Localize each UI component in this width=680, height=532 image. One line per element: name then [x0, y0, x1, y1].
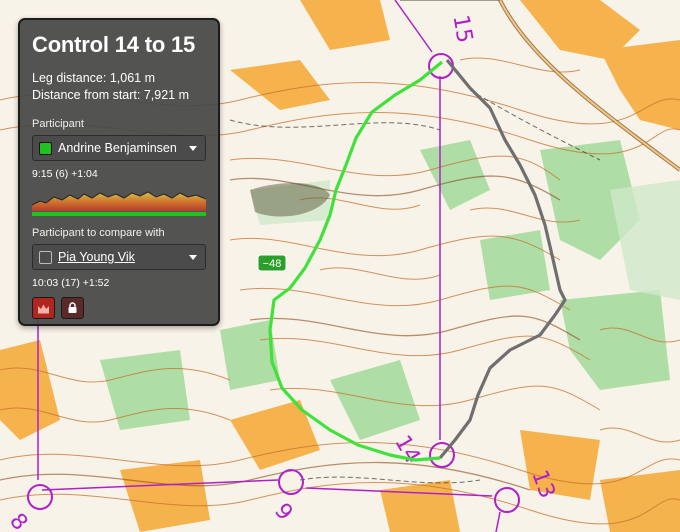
control-info-panel: Control 14 to 15 Leg distance: 1,061 m D…	[18, 18, 220, 326]
compare-name: Pia Young Vik	[58, 250, 135, 264]
lock-button[interactable]	[61, 297, 84, 319]
crown-button[interactable]	[32, 297, 55, 319]
svg-text:−48: −48	[263, 258, 282, 270]
participant-time: 9:15 (6) +1:04	[32, 168, 98, 180]
participant-select[interactable]: Andrine Benjaminsen	[32, 135, 206, 161]
chevron-down-icon	[189, 146, 197, 151]
leg-distance: Leg distance: 1,061 m	[32, 71, 155, 85]
compare-label: Participant to compare with	[32, 227, 165, 239]
participant-label: Participant	[32, 118, 84, 130]
compare-time: 10:03 (17) +1:52	[32, 277, 110, 289]
compare-select[interactable]: Pia Young Vik	[32, 244, 206, 270]
chevron-down-icon	[189, 255, 197, 260]
panel-title: Control 14 to 15	[32, 32, 196, 57]
lock-icon	[68, 302, 77, 313]
control-number-15: 15	[447, 13, 476, 45]
participant-color-swatch	[39, 141, 52, 155]
participant-name: Andrine Benjaminsen	[58, 141, 177, 155]
compare-color-swatch	[39, 250, 52, 264]
distance-from-start: Distance from start: 7,921 m	[32, 88, 190, 102]
crown-icon	[38, 304, 49, 313]
elevation-profile	[32, 191, 206, 216]
time-diff-badge: −48	[257, 254, 287, 272]
